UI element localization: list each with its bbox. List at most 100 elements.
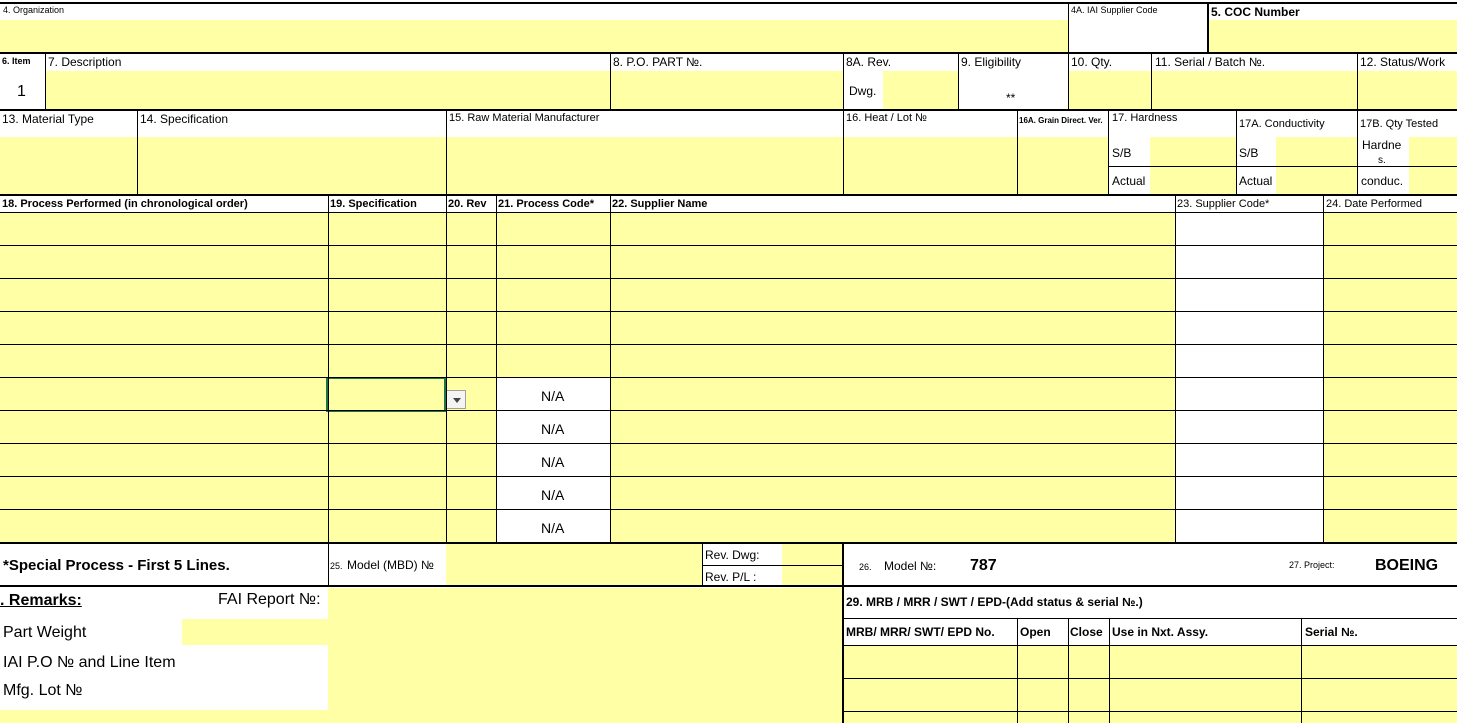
rev-cell[interactable] [446, 345, 496, 378]
specification-field[interactable] [137, 137, 446, 194]
grid-line [1017, 111, 1018, 195]
rev-cell[interactable] [446, 312, 496, 345]
supplier-code-cell[interactable] [1175, 246, 1323, 279]
supplier-code-cell[interactable] [1175, 477, 1323, 510]
supplier-name-cell[interactable] [610, 312, 1175, 345]
supplier-code-cell[interactable] [1175, 213, 1323, 246]
date-cell[interactable] [1323, 246, 1457, 279]
hardness-sb-field[interactable] [1150, 137, 1236, 167]
supplier-code-cell[interactable] [1175, 510, 1323, 543]
po-part-field[interactable] [610, 71, 843, 109]
coc-number-field[interactable] [1208, 20, 1457, 52]
supplier-code-cell[interactable] [1175, 279, 1323, 312]
spec-cell[interactable] [328, 444, 446, 477]
supplier-code-cell[interactable] [1175, 411, 1323, 444]
dropdown-arrow-button[interactable] [446, 390, 466, 409]
grid-line [610, 196, 611, 543]
qty-tested-hardness-field[interactable] [1409, 137, 1457, 167]
process-cell[interactable] [0, 411, 328, 444]
process-cell[interactable] [0, 510, 328, 543]
process-cell[interactable] [0, 444, 328, 477]
qty-tested-conduc-field[interactable] [1409, 167, 1457, 194]
date-cell[interactable] [1323, 279, 1457, 312]
code-cell[interactable] [496, 213, 610, 246]
grid-line [0, 194, 1457, 196]
code-cell[interactable] [496, 312, 610, 345]
fai-report-label: FAI Report №: [218, 591, 321, 608]
process-cell[interactable] [0, 312, 328, 345]
supplier-name-cell[interactable] [610, 411, 1175, 444]
process-cell[interactable] [0, 213, 328, 246]
rev-cell[interactable] [446, 477, 496, 510]
spec-cell[interactable] [328, 411, 446, 444]
date-cell[interactable] [1323, 444, 1457, 477]
date-cell[interactable] [1323, 378, 1457, 411]
grid-line [0, 443, 1457, 444]
grid-line [843, 618, 1457, 619]
date-cell[interactable] [1323, 312, 1457, 345]
hardness-actual-field[interactable] [1150, 167, 1236, 194]
description-field[interactable] [45, 71, 610, 109]
supplier-code-cell[interactable] [1175, 378, 1323, 411]
supplier-name-cell[interactable] [610, 345, 1175, 378]
date-cell[interactable] [1323, 411, 1457, 444]
status-work-field[interactable] [1357, 71, 1457, 109]
supplier-code-cell[interactable] [1175, 312, 1323, 345]
rev-cell[interactable] [446, 510, 496, 543]
process-code-na: N/A [541, 487, 565, 503]
spec-cell[interactable] [328, 477, 446, 510]
process-cell[interactable] [0, 378, 328, 411]
spec-cell[interactable] [328, 312, 446, 345]
raw-material-field[interactable] [446, 137, 843, 194]
selected-cell[interactable] [326, 377, 446, 412]
heat-lot-field[interactable] [843, 137, 1017, 194]
spec-cell[interactable] [328, 213, 446, 246]
process-cell[interactable] [0, 246, 328, 279]
conductivity-sb-field[interactable] [1276, 137, 1357, 167]
supplier-name-cell[interactable] [610, 444, 1175, 477]
supplier-name-cell[interactable] [610, 510, 1175, 543]
conductivity-sb-label: S/B [1239, 146, 1259, 160]
qty-field[interactable] [1068, 71, 1151, 109]
rev-dwg-field[interactable] [782, 544, 842, 565]
material-type-field[interactable] [0, 137, 137, 194]
supplier-name-cell[interactable] [610, 378, 1175, 411]
rev-cell[interactable] [446, 246, 496, 279]
rev-cell[interactable] [446, 213, 496, 246]
date-cell[interactable] [1323, 477, 1457, 510]
remarks-left-bottom[interactable] [0, 710, 328, 723]
rev-cell[interactable] [446, 411, 496, 444]
part-weight-field[interactable] [182, 619, 328, 645]
conductivity-actual-field[interactable] [1276, 167, 1357, 194]
rev-cell[interactable] [446, 444, 496, 477]
serial-batch-field[interactable] [1151, 71, 1357, 109]
rev-pl-field[interactable] [782, 565, 842, 586]
supplier-name-cell[interactable] [610, 213, 1175, 246]
supplier-name-cell[interactable] [610, 477, 1175, 510]
date-cell[interactable] [1323, 510, 1457, 543]
organization-field[interactable] [0, 20, 1068, 52]
fai-report-field[interactable] [328, 588, 842, 723]
spec-cell[interactable] [328, 345, 446, 378]
code-cell[interactable] [496, 345, 610, 378]
date-cell[interactable] [1323, 345, 1457, 378]
grain-direct-field[interactable] [1017, 137, 1108, 194]
rev-field[interactable] [883, 71, 958, 109]
date-cell[interactable] [1323, 213, 1457, 246]
rev-header: 20. Rev [448, 198, 487, 210]
supplier-name-cell[interactable] [610, 246, 1175, 279]
spec-cell[interactable] [328, 279, 446, 312]
model-no-number: 26. [859, 562, 872, 572]
model-mbd-field[interactable] [446, 544, 702, 586]
rev-cell[interactable] [446, 279, 496, 312]
process-cell[interactable] [0, 279, 328, 312]
process-cell[interactable] [0, 477, 328, 510]
supplier-code-cell[interactable] [1175, 444, 1323, 477]
supplier-code-cell[interactable] [1175, 345, 1323, 378]
process-cell[interactable] [0, 345, 328, 378]
code-cell[interactable] [496, 246, 610, 279]
spec-cell[interactable] [328, 246, 446, 279]
code-cell[interactable] [496, 279, 610, 312]
spec-cell[interactable] [328, 510, 446, 543]
supplier-name-cell[interactable] [610, 279, 1175, 312]
